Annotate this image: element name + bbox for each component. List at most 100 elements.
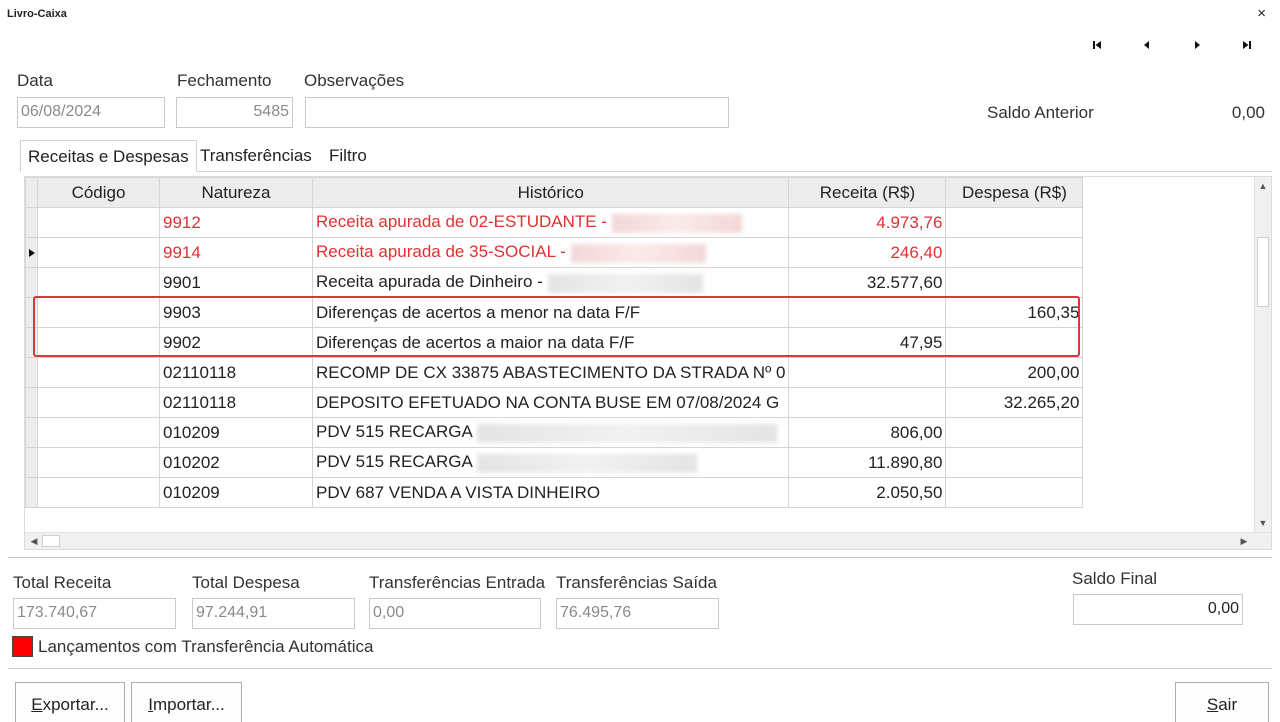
cell-despesa[interactable] bbox=[945, 447, 1084, 478]
scroll-right-icon[interactable]: ▶ bbox=[1237, 534, 1251, 548]
cell-receita[interactable]: 806,00 bbox=[788, 417, 947, 448]
cell-natureza[interactable]: 010202 bbox=[159, 447, 313, 478]
cell-natureza[interactable]: 9901 bbox=[159, 267, 313, 298]
cell-historico[interactable]: Diferenças de acertos a maior na data F/… bbox=[311, 327, 790, 358]
scroll-down-icon[interactable]: ▼ bbox=[1256, 516, 1270, 530]
observacoes-field[interactable] bbox=[305, 97, 729, 128]
scroll-left-icon[interactable]: ◀ bbox=[27, 534, 41, 548]
importar-button[interactable]: Importar... bbox=[131, 682, 242, 722]
cell-despesa[interactable]: 200,00 bbox=[945, 357, 1084, 388]
column-codigo[interactable]: Código bbox=[37, 177, 160, 208]
saldo-final-field[interactable]: 0,00 bbox=[1073, 594, 1243, 625]
cell-codigo[interactable] bbox=[37, 327, 160, 358]
row-selector[interactable] bbox=[25, 327, 38, 358]
column-natureza[interactable]: Natureza bbox=[159, 177, 313, 208]
row-selector[interactable] bbox=[25, 207, 38, 238]
table-row[interactable]: 02110118 DEPOSITO EFETUADO NA CONTA BUSE … bbox=[25, 387, 1084, 418]
cell-receita[interactable] bbox=[788, 357, 947, 388]
cell-historico[interactable]: Diferenças de acertos a menor na data F/… bbox=[311, 297, 790, 328]
tab-filtro[interactable]: Filtro bbox=[322, 140, 374, 172]
cell-historico[interactable]: Receita apurada de 02-ESTUDANTE - bbox=[311, 207, 790, 238]
previous-record-icon[interactable] bbox=[1140, 38, 1154, 52]
row-selector[interactable] bbox=[25, 357, 38, 388]
row-selector[interactable] bbox=[25, 417, 38, 448]
cell-codigo[interactable] bbox=[37, 417, 160, 448]
scroll-up-icon[interactable]: ▲ bbox=[1256, 179, 1270, 193]
cell-codigo[interactable] bbox=[37, 297, 160, 328]
cell-codigo[interactable] bbox=[37, 357, 160, 388]
cell-codigo[interactable] bbox=[37, 267, 160, 298]
table-row[interactable]: 9914 Receita apurada de 35-SOCIAL - 246,4… bbox=[25, 237, 1084, 268]
column-receita[interactable]: Receita (R$) bbox=[788, 177, 947, 208]
cell-natureza[interactable]: 010209 bbox=[159, 477, 313, 508]
cell-despesa[interactable] bbox=[945, 417, 1084, 448]
cell-despesa[interactable] bbox=[945, 207, 1084, 238]
cell-receita[interactable]: 4.973,76 bbox=[788, 207, 947, 238]
total-receita-field[interactable]: 173.740,67 bbox=[13, 598, 176, 629]
cell-receita[interactable] bbox=[788, 297, 947, 328]
cell-despesa[interactable] bbox=[945, 267, 1084, 298]
cell-natureza[interactable]: 9912 bbox=[159, 207, 313, 238]
table-row[interactable]: 9903 Diferenças de acertos a menor na dat… bbox=[25, 297, 1084, 328]
cell-historico[interactable]: RECOMP DE CX 33875 ABASTECIMENTO DA STRA… bbox=[311, 357, 790, 388]
tab-receitas-despesas[interactable]: Receitas e Despesas bbox=[20, 140, 197, 172]
column-despesa[interactable]: Despesa (R$) bbox=[945, 177, 1084, 208]
cell-receita[interactable] bbox=[788, 387, 947, 418]
close-icon[interactable]: × bbox=[1257, 5, 1266, 22]
row-selector[interactable] bbox=[25, 387, 38, 418]
row-selector[interactable] bbox=[25, 297, 38, 328]
transf-entrada-field[interactable]: 0,00 bbox=[369, 598, 541, 629]
transf-saida-field[interactable]: 76.495,76 bbox=[556, 598, 719, 629]
total-despesa-field[interactable]: 97.244,91 bbox=[192, 598, 355, 629]
fechamento-field[interactable]: 5485 bbox=[176, 97, 293, 128]
cell-receita[interactable]: 2.050,50 bbox=[788, 477, 947, 508]
cell-receita[interactable]: 246,40 bbox=[788, 237, 947, 268]
cell-historico[interactable]: Receita apurada de Dinheiro - bbox=[311, 267, 790, 298]
cell-codigo[interactable] bbox=[37, 387, 160, 418]
cell-codigo[interactable] bbox=[37, 477, 160, 508]
vertical-scroll-thumb[interactable] bbox=[1257, 237, 1269, 307]
cell-despesa[interactable] bbox=[945, 477, 1084, 508]
cell-codigo[interactable] bbox=[37, 207, 160, 238]
horizontal-scroll-thumb[interactable] bbox=[42, 535, 60, 547]
table-row[interactable]: 010209 PDV 687 VENDA A VISTA DINHEIRO 2.05… bbox=[25, 477, 1084, 508]
table-row[interactable]: 9912 Receita apurada de 02-ESTUDANTE - 4.… bbox=[25, 207, 1084, 238]
table-row[interactable]: 02110118 RECOMP DE CX 33875 ABASTECIMENTO… bbox=[25, 357, 1084, 388]
cell-codigo[interactable] bbox=[37, 237, 160, 268]
table-row[interactable]: 9901 Receita apurada de Dinheiro - 32.577… bbox=[25, 267, 1084, 298]
row-selector[interactable] bbox=[25, 237, 38, 268]
last-record-icon[interactable] bbox=[1240, 38, 1254, 52]
vertical-scrollbar[interactable]: ▲ ▼ bbox=[1254, 177, 1271, 532]
cell-despesa[interactable] bbox=[945, 237, 1084, 268]
cell-receita[interactable]: 11.890,80 bbox=[788, 447, 947, 478]
cell-natureza[interactable]: 9903 bbox=[159, 297, 313, 328]
cell-natureza[interactable]: 9914 bbox=[159, 237, 313, 268]
horizontal-scrollbar[interactable]: ◀ ▶ bbox=[25, 532, 1271, 549]
cell-natureza[interactable]: 010209 bbox=[159, 417, 313, 448]
first-record-icon[interactable] bbox=[1090, 38, 1104, 52]
cell-receita[interactable]: 32.577,60 bbox=[788, 267, 947, 298]
cell-natureza[interactable]: 02110118 bbox=[159, 357, 313, 388]
cell-natureza[interactable]: 02110118 bbox=[159, 387, 313, 418]
cell-codigo[interactable] bbox=[37, 447, 160, 478]
cell-natureza[interactable]: 9902 bbox=[159, 327, 313, 358]
cell-despesa[interactable]: 32.265,20 bbox=[945, 387, 1084, 418]
next-record-icon[interactable] bbox=[1190, 38, 1204, 52]
cell-historico[interactable]: Receita apurada de 35-SOCIAL - bbox=[311, 237, 790, 268]
table-row[interactable]: 9902 Diferenças de acertos a maior na dat… bbox=[25, 327, 1084, 358]
exportar-button[interactable]: Exportar... bbox=[15, 682, 125, 722]
table-row[interactable]: 010202 PDV 515 RECARGA 11.890,80 bbox=[25, 447, 1084, 478]
cell-historico[interactable]: PDV 687 VENDA A VISTA DINHEIRO bbox=[311, 477, 790, 508]
row-selector[interactable] bbox=[25, 477, 38, 508]
cell-despesa[interactable] bbox=[945, 327, 1084, 358]
cell-historico[interactable]: DEPOSITO EFETUADO NA CONTA BUSE EM 07/08… bbox=[311, 387, 790, 418]
cell-receita[interactable]: 47,95 bbox=[788, 327, 947, 358]
cell-despesa[interactable]: 160,35 bbox=[945, 297, 1084, 328]
row-selector[interactable] bbox=[25, 267, 38, 298]
table-row[interactable]: 010209 PDV 515 RECARGA 806,00 bbox=[25, 417, 1084, 448]
cell-historico[interactable]: PDV 515 RECARGA bbox=[311, 447, 790, 478]
sair-button[interactable]: Sair bbox=[1175, 682, 1269, 722]
tab-transferencias[interactable]: Transferências bbox=[193, 140, 319, 172]
column-historico[interactable]: Histórico bbox=[311, 177, 790, 208]
row-selector[interactable] bbox=[25, 447, 38, 478]
